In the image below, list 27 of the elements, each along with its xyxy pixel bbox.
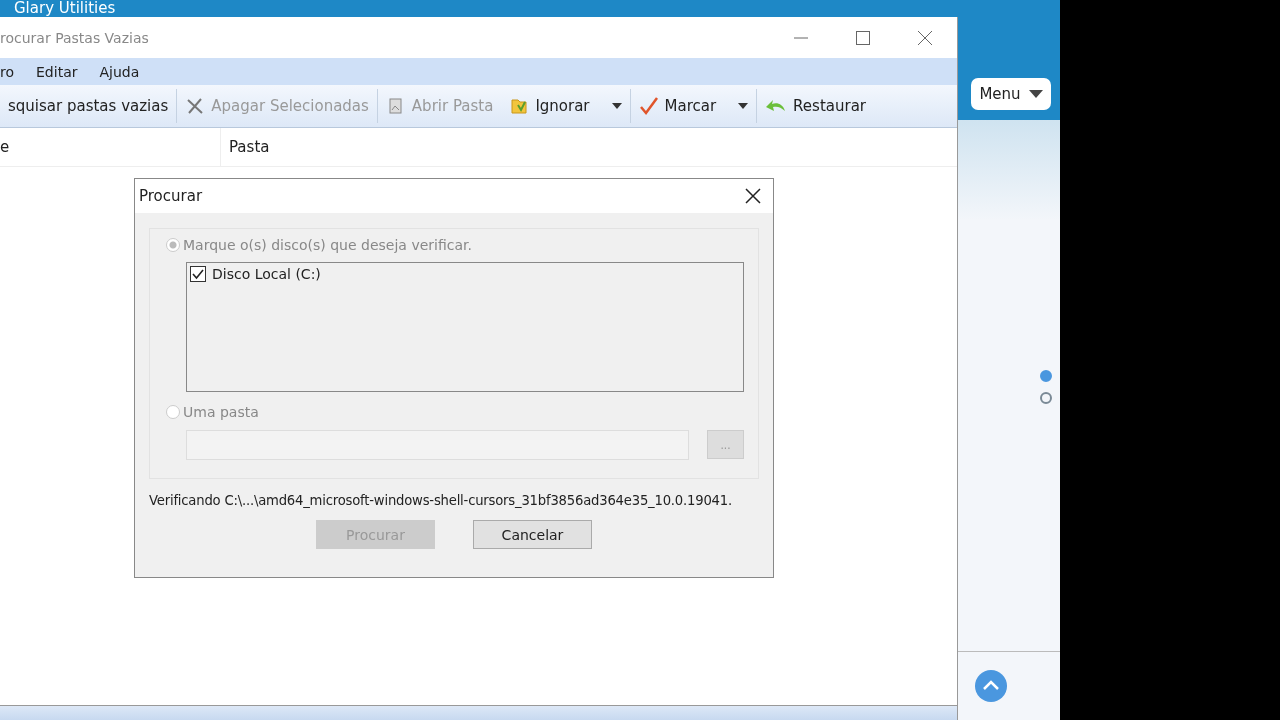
menu-button[interactable]: Menu	[971, 78, 1051, 110]
checkmark-icon	[638, 96, 659, 116]
scroll-up-icon[interactable]	[975, 670, 1007, 702]
caret-icon[interactable]	[738, 103, 749, 109]
maximize-icon[interactable]	[855, 29, 871, 46]
toolbar-button[interactable]: Restaurar	[757, 89, 874, 123]
column-header[interactable]: Pasta	[221, 138, 270, 156]
toolbar-button[interactable]: Ignorar	[501, 89, 630, 123]
close-icon[interactable]	[745, 188, 761, 204]
column-header[interactable]: e	[0, 128, 221, 166]
caret-icon	[1028, 90, 1043, 98]
checkbox[interactable]	[190, 266, 206, 282]
toolbar-button[interactable]: Marcar	[630, 89, 757, 123]
caret-icon[interactable]	[611, 103, 622, 109]
page-dot[interactable]	[1040, 370, 1052, 382]
dialog-title: Procurar	[139, 187, 203, 205]
app-title: Glary Utilities	[14, 0, 116, 17]
menu-item[interactable]: ro	[0, 63, 14, 80]
drive-label: Disco Local (C:)	[212, 266, 321, 282]
toolbar-button[interactable]: squisar pastas vazias	[0, 89, 177, 123]
window-title: rocurar Pastas Vazias	[0, 29, 149, 46]
menu-item[interactable]: Editar	[36, 63, 78, 80]
dialog-button[interactable]: Cancelar	[473, 520, 592, 549]
status-text: Verificando C:\...\amd64_microsoft-windows-shell-cursors_31bf3856ad364e35_10.0.19041.	[149, 493, 733, 508]
page-dot[interactable]	[1040, 392, 1052, 404]
menu-item[interactable]: Ajuda	[99, 63, 140, 80]
folder-icon	[509, 96, 530, 116]
